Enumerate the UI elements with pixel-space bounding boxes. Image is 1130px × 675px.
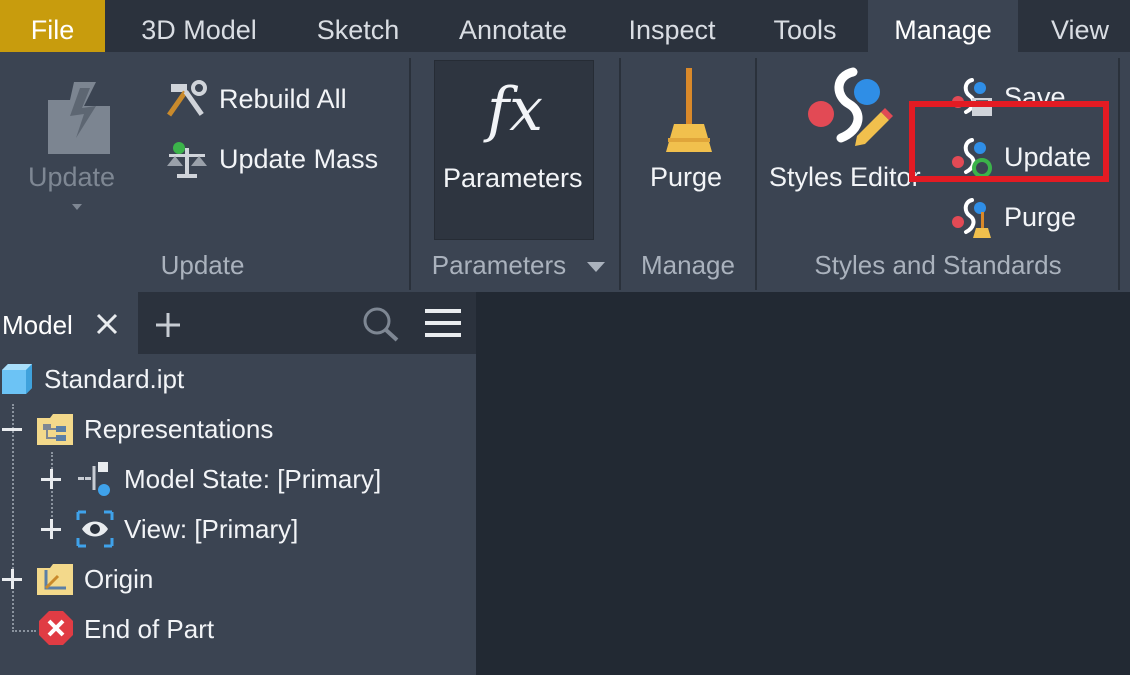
model-state-icon	[78, 462, 110, 496]
panel-separator	[619, 58, 621, 290]
tree-item-root[interactable]: Standard.ipt	[0, 356, 476, 402]
ribbon: Update Rebuild All Update Mass Update fx…	[0, 52, 1130, 292]
styles-editor-label: Styles Editor	[769, 162, 921, 192]
tab-view[interactable]: View	[1030, 0, 1130, 52]
rebuild-all-button[interactable]: Rebuild All	[165, 72, 405, 122]
ribbon-tab-bar: File 3D Model Sketch Annotate Inspect To…	[0, 0, 1130, 52]
manage-panel-title: Manage	[641, 250, 735, 280]
tree-item-representations[interactable]: Representations	[0, 406, 476, 452]
update-button-label: Update	[28, 162, 116, 192]
tab-tools[interactable]: Tools	[758, 0, 852, 52]
tree-item-label: Model State: [Primary]	[124, 464, 382, 494]
panel-separator	[1118, 58, 1120, 290]
tab-file[interactable]: File	[0, 0, 105, 52]
expand-icon[interactable]	[41, 469, 61, 489]
hammer-wrench-icon	[167, 80, 207, 117]
graphics-canvas[interactable]	[476, 292, 1130, 675]
close-icon[interactable]	[95, 312, 119, 336]
save-highlight-box	[909, 101, 1109, 182]
tab-manage[interactable]: Manage	[868, 0, 1018, 52]
tree-item-label: Representations	[84, 414, 274, 444]
tree-item-label: End of Part	[84, 614, 215, 644]
broom-icon	[666, 68, 712, 152]
tree-item-label: View: [Primary]	[124, 514, 299, 544]
fx-icon: fx	[486, 75, 544, 145]
expand-icon[interactable]	[2, 569, 22, 589]
update-mass-label: Update Mass	[219, 144, 379, 174]
tree-item-label: Origin	[84, 564, 154, 594]
update-mass-button[interactable]: Update Mass	[165, 132, 405, 182]
tree-item-end-of-part[interactable]: End of Part	[0, 606, 476, 652]
parameters-button[interactable]: fx Parameters	[434, 60, 594, 240]
panel-separator	[409, 58, 411, 290]
tab-annotate[interactable]: Annotate	[440, 0, 586, 52]
update-panel-title: Update	[160, 250, 245, 280]
parameters-button-label: Parameters	[443, 163, 583, 193]
tree-item-view[interactable]: View: [Primary]	[0, 506, 476, 552]
plus-icon[interactable]	[155, 312, 181, 338]
end-of-part-icon	[39, 611, 73, 645]
model-browser: Model Standard.ipt Representations Model…	[0, 292, 476, 675]
rebuild-all-label: Rebuild All	[219, 84, 347, 114]
browser-header: Model	[0, 292, 476, 354]
part-cube-icon	[2, 364, 32, 394]
styles-panel-title: Styles and Standards	[814, 250, 1062, 280]
tab-sketch[interactable]: Sketch	[300, 0, 416, 52]
representations-folder-icon	[37, 414, 73, 445]
panel-separator	[755, 58, 757, 290]
parameters-panel-title[interactable]: Parameters	[424, 250, 574, 281]
styles-purge-icon	[952, 198, 991, 238]
styles-purge-button[interactable]: Purge	[950, 190, 1110, 240]
scale-update-icon	[167, 142, 207, 178]
tab-inspect[interactable]: Inspect	[612, 0, 732, 52]
model-tab-label: Model	[2, 310, 73, 340]
purge-button[interactable]: Purge	[630, 62, 748, 222]
tree-item-model-state[interactable]: Model State: [Primary]	[0, 456, 476, 502]
styles-purge-label: Purge	[1004, 202, 1077, 232]
styles-editor-icon	[808, 67, 893, 146]
origin-folder-icon	[37, 564, 73, 595]
view-eye-icon	[76, 510, 114, 548]
tab-3d-model[interactable]: 3D Model	[118, 0, 280, 52]
update-part-icon	[48, 82, 110, 154]
tree-item-label: Standard.ipt	[44, 364, 185, 394]
tree-item-origin[interactable]: Origin	[0, 556, 476, 602]
panel-expand-arrow-icon[interactable]	[586, 261, 606, 273]
expand-icon[interactable]	[41, 519, 61, 539]
tab-model[interactable]: Model	[0, 292, 138, 354]
dropdown-arrow-icon	[72, 204, 82, 210]
purge-button-label: Purge	[650, 162, 723, 192]
update-button[interactable]: Update	[20, 62, 135, 222]
collapse-icon[interactable]	[2, 419, 22, 439]
hamburger-menu-icon[interactable]	[425, 308, 461, 338]
search-icon[interactable]	[362, 306, 400, 342]
